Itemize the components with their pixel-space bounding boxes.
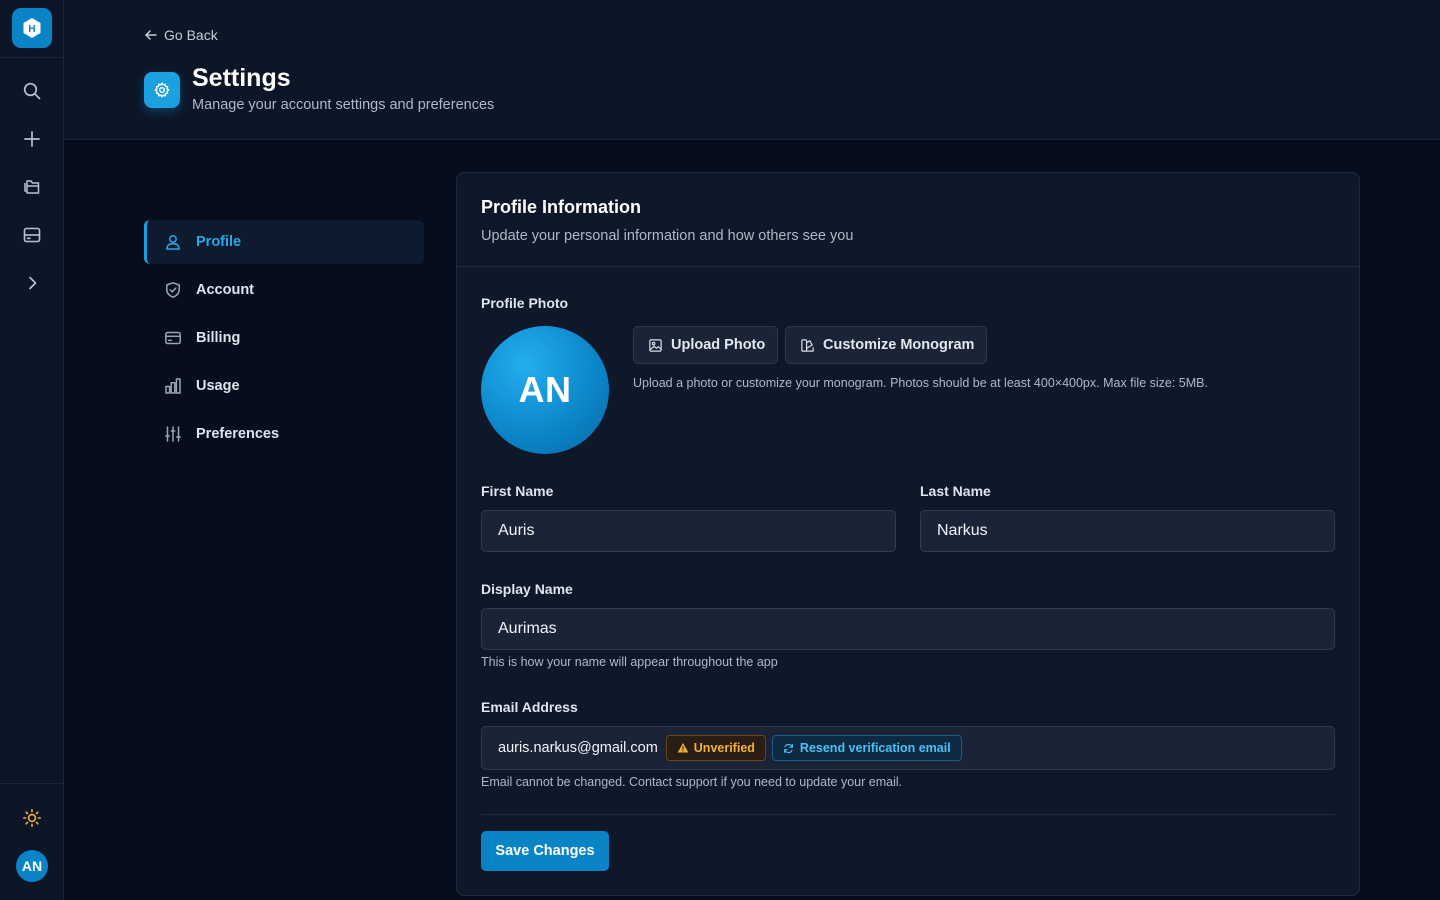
upload-photo-label: Upload Photo bbox=[671, 337, 766, 353]
profile-card: Profile Information Update your personal… bbox=[456, 172, 1360, 896]
customize-monogram-button[interactable]: Customize Monogram bbox=[785, 326, 988, 364]
display-name-hint: This is how your name will appear throug… bbox=[481, 655, 778, 669]
last-name-input[interactable] bbox=[920, 510, 1335, 552]
arrow-left-icon bbox=[145, 30, 157, 40]
shield-icon bbox=[164, 281, 182, 299]
nav-item-label: Profile bbox=[196, 234, 242, 250]
email-hint: Email cannot be changed. Contact support… bbox=[481, 775, 903, 789]
card-divider bbox=[457, 266, 1359, 267]
nav-item-billing[interactable]: Billing bbox=[144, 316, 424, 360]
sun-icon[interactable] bbox=[20, 806, 44, 830]
first-name-label: First Name bbox=[481, 483, 554, 499]
email-field: auris.narkus@gmail.com Unverified Resend… bbox=[481, 726, 1335, 770]
logo-letter: H bbox=[28, 24, 35, 35]
swatch-icon bbox=[801, 338, 814, 352]
unverified-badge: Unverified bbox=[665, 735, 766, 761]
folders-icon[interactable] bbox=[20, 175, 44, 199]
save-changes-button[interactable]: Save Changes bbox=[481, 831, 609, 871]
form-divider bbox=[481, 814, 1335, 815]
sliders-icon bbox=[164, 425, 182, 443]
email-label: Email Address bbox=[481, 699, 578, 715]
email-value: auris.narkus@gmail.com bbox=[498, 740, 658, 756]
nav-item-label: Preferences bbox=[196, 426, 280, 442]
rail-divider-bottom bbox=[0, 783, 63, 784]
search-icon[interactable] bbox=[20, 79, 44, 103]
warning-icon bbox=[677, 743, 689, 753]
card-title: Profile Information bbox=[481, 197, 642, 217]
upload-photo-button[interactable]: Upload Photo bbox=[633, 326, 779, 364]
customize-monogram-label: Customize Monogram bbox=[823, 337, 975, 353]
display-name-input[interactable] bbox=[481, 608, 1335, 650]
nav-item-label: Billing bbox=[196, 330, 241, 346]
go-back-link[interactable]: Go Back bbox=[144, 25, 218, 45]
page-subtitle: Manage your account settings and prefere… bbox=[192, 97, 495, 113]
go-back-label: Go Back bbox=[164, 27, 218, 43]
rail-divider bbox=[0, 57, 63, 58]
first-name-input[interactable] bbox=[481, 510, 896, 552]
settings-gear-icon bbox=[144, 72, 180, 108]
user-avatar[interactable]: AN bbox=[16, 850, 48, 882]
storage-icon[interactable] bbox=[20, 223, 44, 247]
profile-photo-label: Profile Photo bbox=[481, 295, 569, 311]
nav-item-label: Account bbox=[196, 282, 254, 298]
plus-icon[interactable] bbox=[20, 127, 44, 151]
refresh-icon bbox=[783, 743, 793, 753]
nav-item-profile[interactable]: Profile bbox=[144, 220, 424, 264]
nav-item-account[interactable]: Account bbox=[144, 268, 424, 312]
user-icon bbox=[164, 233, 182, 251]
hexagon-logo-icon: H bbox=[23, 18, 41, 38]
last-name-label: Last Name bbox=[920, 483, 991, 499]
resend-verification-button[interactable]: Resend verification email bbox=[771, 735, 962, 761]
bar-chart-icon bbox=[164, 377, 182, 395]
app-rail: H AN bbox=[0, 0, 64, 900]
resend-verification-label: Resend verification email bbox=[799, 741, 951, 755]
nav-item-label: Usage bbox=[196, 378, 240, 394]
chevron-right-icon[interactable] bbox=[20, 271, 44, 295]
credit-card-icon bbox=[164, 329, 182, 347]
profile-avatar: AN bbox=[481, 326, 609, 454]
card-subtitle: Update your personal information and how… bbox=[481, 228, 854, 244]
page-title: Settings bbox=[192, 64, 291, 92]
display-name-label: Display Name bbox=[481, 581, 573, 597]
image-icon bbox=[649, 338, 662, 352]
page-header: Go Back Settings Manage your account set… bbox=[64, 0, 1440, 140]
nav-item-preferences[interactable]: Preferences bbox=[144, 412, 424, 456]
unverified-label: Unverified bbox=[693, 741, 755, 755]
photo-hint: Upload a photo or customize your monogra… bbox=[633, 376, 1208, 390]
nav-item-usage[interactable]: Usage bbox=[144, 364, 424, 408]
app-logo[interactable]: H bbox=[12, 8, 52, 48]
